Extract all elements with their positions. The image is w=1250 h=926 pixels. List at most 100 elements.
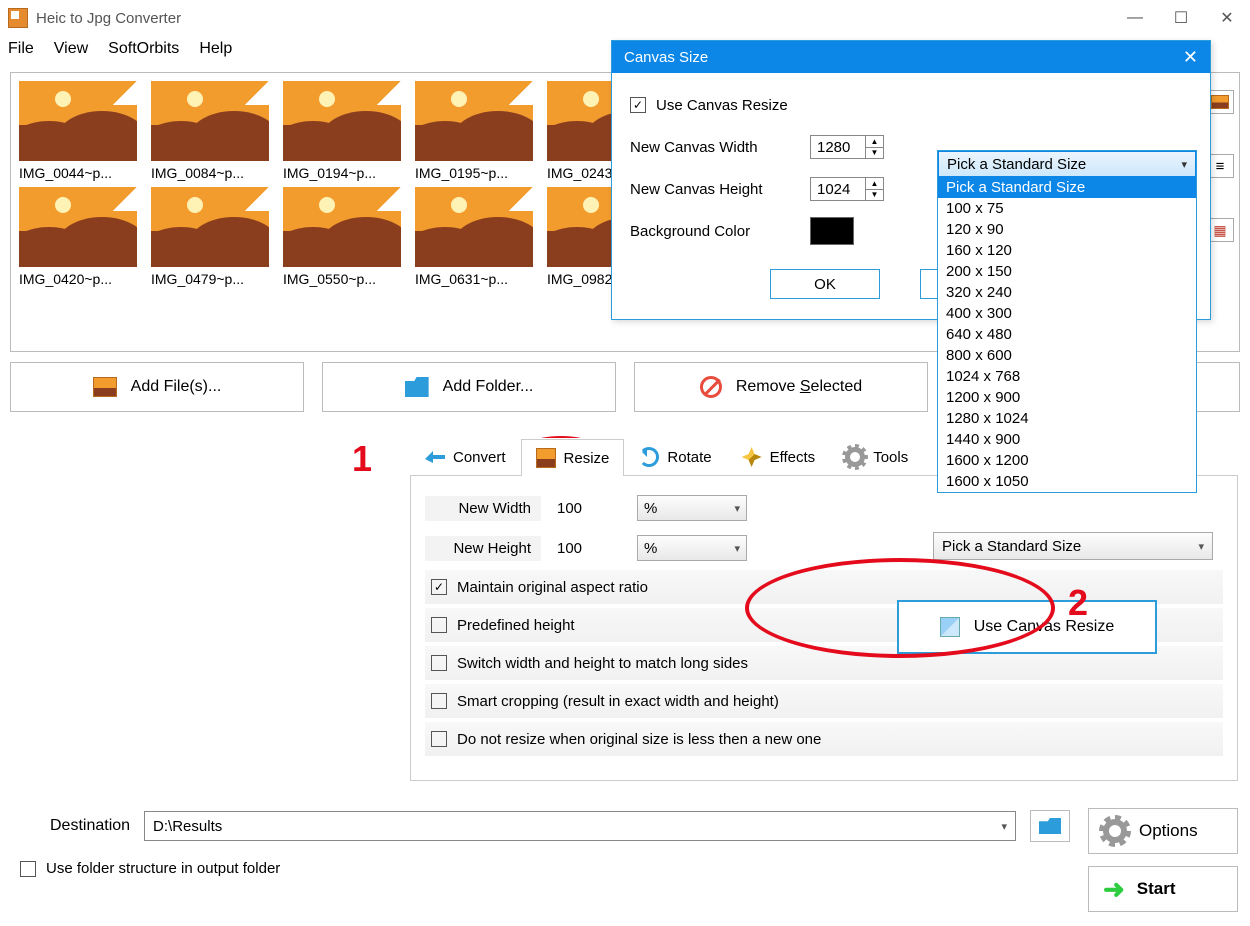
canvas-icon bbox=[940, 617, 960, 637]
dialog-close-button[interactable]: ✕ bbox=[1183, 47, 1198, 68]
tab-effects[interactable]: Effects bbox=[727, 438, 831, 475]
smart-crop-checkbox[interactable] bbox=[431, 693, 447, 709]
thumbnail[interactable]: IMG_0631~p... bbox=[415, 187, 533, 287]
new-width-value[interactable]: 100 bbox=[557, 500, 637, 517]
rotate-icon bbox=[639, 447, 659, 467]
destination-browse-button[interactable] bbox=[1030, 810, 1070, 842]
menu-file[interactable]: File bbox=[8, 40, 34, 58]
dropdown-option[interactable]: 120 x 90 bbox=[938, 219, 1196, 240]
canvas-width-spinner[interactable]: ▲▼ bbox=[810, 135, 884, 159]
thumbnail[interactable]: IMG_0420~p... bbox=[19, 187, 137, 287]
dropdown-option[interactable]: 800 x 600 bbox=[938, 345, 1196, 366]
height-unit-select[interactable]: % bbox=[637, 535, 747, 561]
thumbnail-label: IMG_0479~p... bbox=[151, 267, 269, 287]
dropdown-option[interactable]: 320 x 240 bbox=[938, 282, 1196, 303]
maximize-button[interactable]: ☐ bbox=[1158, 3, 1204, 33]
effects-icon bbox=[742, 447, 762, 467]
standard-size-select[interactable]: Pick a Standard Size bbox=[933, 532, 1213, 560]
add-folder-label: Add Folder... bbox=[443, 378, 534, 396]
standard-size-dropdown[interactable]: Pick a Standard Size Pick a Standard Siz… bbox=[937, 150, 1197, 493]
spin-up-icon[interactable]: ▲ bbox=[866, 136, 883, 148]
predefined-height-checkbox[interactable] bbox=[431, 617, 447, 633]
new-width-label: New Width bbox=[425, 496, 541, 521]
dropdown-option[interactable]: Pick a Standard Size bbox=[938, 177, 1196, 198]
title-bar: Heic to Jpg Converter — ☐ ✕ bbox=[0, 0, 1250, 36]
thumbnail-label: IMG_0194~p... bbox=[283, 161, 401, 181]
thumbnail-label: IMG_0044~p... bbox=[19, 161, 137, 181]
dropdown-option[interactable]: 200 x 150 bbox=[938, 261, 1196, 282]
destination-select[interactable]: D:\Results bbox=[144, 811, 1016, 841]
options-button[interactable]: Options bbox=[1088, 808, 1238, 854]
folder-structure-row[interactable]: Use folder structure in output folder bbox=[20, 860, 280, 877]
canvas-height-input[interactable] bbox=[810, 177, 866, 201]
tab-tools[interactable]: Tools bbox=[830, 438, 923, 475]
start-button[interactable]: ➜Start bbox=[1088, 866, 1238, 912]
dropdown-option[interactable]: 640 x 480 bbox=[938, 324, 1196, 345]
folder-structure-checkbox[interactable] bbox=[20, 861, 36, 877]
menu-help[interactable]: Help bbox=[199, 40, 232, 58]
thumbnail[interactable]: IMG_0195~p... bbox=[415, 81, 533, 181]
spin-down-icon[interactable]: ▼ bbox=[866, 148, 883, 159]
tab-rotate[interactable]: Rotate bbox=[624, 438, 726, 475]
thumbnail-label: IMG_0195~p... bbox=[415, 161, 533, 181]
app-icon bbox=[8, 8, 28, 28]
gear-icon bbox=[1103, 819, 1127, 843]
destination-row: Destination D:\Results bbox=[50, 810, 1070, 842]
use-canvas-resize-checkbox[interactable] bbox=[630, 97, 646, 113]
dropdown-option[interactable]: 100 x 75 bbox=[938, 198, 1196, 219]
resize-panel: New Width 100 % New Height 100 % Pick a … bbox=[410, 476, 1238, 781]
dropdown-option[interactable]: 1440 x 900 bbox=[938, 429, 1196, 450]
dropdown-option[interactable]: 1600 x 1050 bbox=[938, 471, 1196, 492]
minimize-button[interactable]: — bbox=[1112, 3, 1158, 33]
add-folder-button[interactable]: Add Folder... bbox=[322, 362, 616, 412]
tools-icon bbox=[845, 447, 865, 467]
spin-down-icon[interactable]: ▼ bbox=[866, 190, 883, 201]
dropdown-option[interactable]: 400 x 300 bbox=[938, 303, 1196, 324]
dialog-title-bar[interactable]: Canvas Size ✕ bbox=[612, 41, 1210, 73]
add-files-label: Add File(s)... bbox=[131, 378, 222, 396]
thumbnail-label: IMG_0420~p... bbox=[19, 267, 137, 287]
dialog-ok-button[interactable]: OK bbox=[770, 269, 880, 299]
thumbnail[interactable]: IMG_0479~p... bbox=[151, 187, 269, 287]
new-height-label: New Height bbox=[425, 536, 541, 561]
thumbnail[interactable]: IMG_0194~p... bbox=[283, 81, 401, 181]
dropdown-option[interactable]: 1024 x 768 bbox=[938, 366, 1196, 387]
canvas-height-label: New Canvas Height bbox=[630, 181, 810, 198]
canvas-height-spinner[interactable]: ▲▼ bbox=[810, 177, 884, 201]
spin-up-icon[interactable]: ▲ bbox=[866, 178, 883, 190]
no-resize-checkbox[interactable] bbox=[431, 731, 447, 747]
switch-wh-checkbox[interactable] bbox=[431, 655, 447, 671]
dialog-title: Canvas Size bbox=[624, 49, 708, 66]
remove-selected-button[interactable]: Remove Selected bbox=[634, 362, 928, 412]
tab-resize[interactable]: Resize bbox=[521, 439, 625, 476]
canvas-width-input[interactable] bbox=[810, 135, 866, 159]
resize-icon bbox=[536, 448, 556, 468]
thumbnail-label: IMG_0631~p... bbox=[415, 267, 533, 287]
dropdown-head[interactable]: Pick a Standard Size bbox=[938, 151, 1196, 177]
bg-color-swatch[interactable] bbox=[810, 217, 854, 245]
close-button[interactable]: ✕ bbox=[1204, 3, 1250, 33]
width-unit-select[interactable]: % bbox=[637, 495, 747, 521]
dropdown-option[interactable]: 1200 x 900 bbox=[938, 387, 1196, 408]
new-height-value[interactable]: 100 bbox=[557, 540, 637, 557]
thumbnail[interactable]: IMG_0550~p... bbox=[283, 187, 401, 287]
thumbnail[interactable]: IMG_0084~p... bbox=[151, 81, 269, 181]
maintain-aspect-row[interactable]: Maintain original aspect ratio bbox=[425, 570, 1223, 604]
dropdown-option[interactable]: 1600 x 1200 bbox=[938, 450, 1196, 471]
thumbnail[interactable]: IMG_0044~p... bbox=[19, 81, 137, 181]
bg-color-label: Background Color bbox=[630, 223, 810, 240]
tab-convert[interactable]: Convert bbox=[410, 438, 521, 475]
arrow-icon: ➜ bbox=[1103, 874, 1125, 905]
destination-label: Destination bbox=[50, 817, 130, 835]
dropdown-option[interactable]: 1280 x 1024 bbox=[938, 408, 1196, 429]
add-files-button[interactable]: Add File(s)... bbox=[10, 362, 304, 412]
dropdown-option[interactable]: 160 x 120 bbox=[938, 240, 1196, 261]
thumbnail-label: IMG_0550~p... bbox=[283, 267, 401, 287]
menu-view[interactable]: View bbox=[54, 40, 88, 58]
use-canvas-resize-button[interactable]: Use Canvas Resize bbox=[897, 600, 1157, 654]
no-resize-row[interactable]: Do not resize when original size is less… bbox=[425, 722, 1223, 756]
menu-softorbits[interactable]: SoftOrbits bbox=[108, 40, 179, 58]
thumbnail-label: IMG_0084~p... bbox=[151, 161, 269, 181]
smart-crop-row[interactable]: Smart cropping (result in exact width an… bbox=[425, 684, 1223, 718]
maintain-aspect-checkbox[interactable] bbox=[431, 579, 447, 595]
